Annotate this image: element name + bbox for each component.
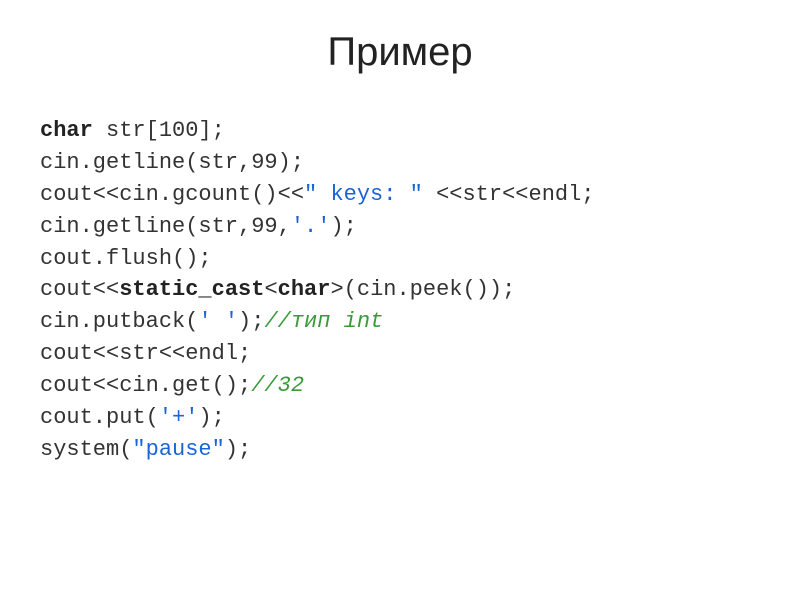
comment: //тип int — [264, 309, 383, 334]
code-text: cout<< — [40, 277, 119, 302]
slide: Пример char str[100]; cin.getline(str,99… — [0, 0, 800, 600]
code-line-6: cout<<static_cast<char>(cin.peek()); — [40, 277, 515, 302]
code-line-5: cout.flush(); — [40, 246, 212, 271]
code-line-1: char str[100]; — [40, 118, 225, 143]
code-line-2: cin.getline(str,99); — [40, 150, 304, 175]
char-literal: '+' — [159, 405, 199, 430]
code-line-8: cout<<str<<endl; — [40, 341, 251, 366]
code-text: cout<<cin.get(); — [40, 373, 251, 398]
code-line-10: cout.put('+'); — [40, 405, 225, 430]
code-text: system( — [40, 437, 132, 462]
code-line-3: cout<<cin.gcount()<<" keys: " <<str<<end… — [40, 182, 595, 207]
code-text: cout<<cin.gcount()<< — [40, 182, 304, 207]
keyword-static-cast: static_cast — [119, 277, 264, 302]
code-text: ); — [225, 437, 251, 462]
char-literal: '.' — [291, 214, 331, 239]
keyword-char: char — [40, 118, 93, 143]
code-line-9: cout<<cin.get();//32 — [40, 373, 304, 398]
code-text: ); — [198, 405, 224, 430]
page-title: Пример — [40, 30, 760, 75]
code-text: ); — [238, 309, 264, 334]
code-line-7: cin.putback(' ');//тип int — [40, 309, 383, 334]
char-literal: ' ' — [198, 309, 238, 334]
code-line-4: cin.getline(str,99,'.'); — [40, 214, 357, 239]
string-literal: "pause" — [132, 437, 224, 462]
code-text: cout.put( — [40, 405, 159, 430]
code-text: str[100]; — [93, 118, 225, 143]
code-text: cin.putback( — [40, 309, 198, 334]
string-literal: " keys: " — [304, 182, 423, 207]
code-line-11: system("pause"); — [40, 437, 251, 462]
code-text: < — [264, 277, 277, 302]
comment: //32 — [251, 373, 304, 398]
code-block: char str[100]; cin.getline(str,99); cout… — [40, 115, 760, 466]
keyword-char-2: char — [278, 277, 331, 302]
code-text: <<str<<endl; — [423, 182, 595, 207]
code-text: ); — [330, 214, 356, 239]
code-text: cin.getline(str,99, — [40, 214, 291, 239]
code-text: >(cin.peek()); — [330, 277, 515, 302]
